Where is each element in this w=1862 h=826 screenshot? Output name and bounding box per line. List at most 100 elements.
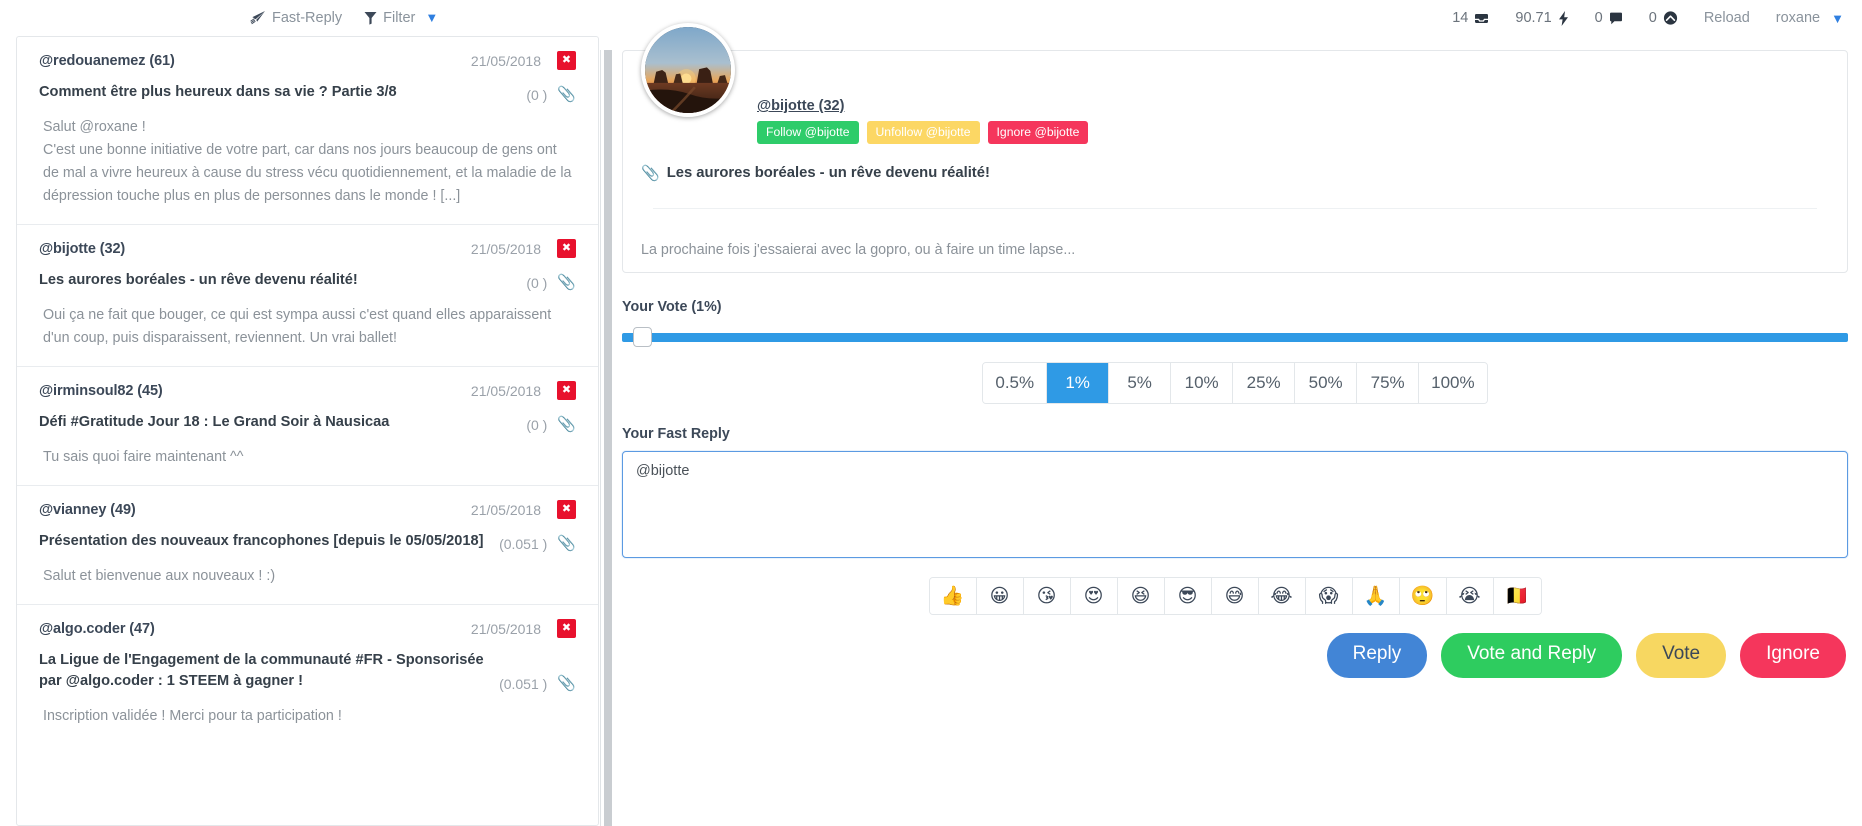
stat-comments-value: 0: [1594, 10, 1603, 26]
stat-inbox-value: 14: [1452, 10, 1469, 26]
pane-scrollbar[interactable]: [600, 36, 614, 826]
vote-preset-group: 0.5% 1% 5% 10% 25% 50% 75% 100%: [982, 361, 1488, 404]
post-list-item[interactable]: @irminsoul82 (45) 21/05/2018 ✖ Défi #Gratit…: [17, 367, 598, 487]
paperclip-icon[interactable]: 📎: [557, 85, 576, 103]
emoji-tears-of-joy-face-icon[interactable]: 😂: [1258, 577, 1306, 614]
emoji-screaming-face-icon[interactable]: 😱: [1305, 577, 1353, 614]
follow-button[interactable]: Follow @bijotte: [757, 121, 859, 145]
post-item-date: 21/05/2018: [470, 620, 541, 637]
user-name-label: roxane: [1775, 10, 1821, 26]
chevron-down-icon[interactable]: ▼: [1831, 12, 1844, 25]
post-item-payout: (0 ): [526, 275, 548, 292]
author-action-buttons: Follow @bijotte Unfollow @bijotte Ignore…: [757, 121, 1829, 145]
post-list-item[interactable]: @bijotte (32) 21/05/2018 ✖ Les aurores boré…: [17, 225, 598, 368]
emoji-rolling-eyes-face-icon[interactable]: 🙄: [1399, 577, 1447, 614]
close-x-icon[interactable]: ✖: [557, 239, 576, 259]
filter-menu[interactable]: Filter ▼: [364, 10, 438, 26]
vote-preset-10[interactable]: 10%: [1171, 362, 1234, 403]
paperclip-icon[interactable]: 📎: [557, 273, 576, 291]
post-item-header-right: 21/05/2018 ✖: [471, 51, 576, 70]
vote-and-reply-button[interactable]: Vote and Reply: [1441, 632, 1623, 678]
post-item-meta: (0.051 ) 📎: [499, 673, 576, 692]
paperclip-icon[interactable]: 📎: [557, 674, 576, 692]
post-item-author: @vianney (49): [39, 501, 136, 518]
post-item-header-right: 21/05/2018 ✖: [470, 381, 576, 401]
vote-slider-thumb[interactable]: [633, 326, 652, 347]
post-item-title-row: La Ligue de l'Engagement de la communaut…: [39, 650, 576, 691]
post-list-item[interactable]: @algo.coder (47) 21/05/2018 ✖ La Ligue de l…: [17, 605, 598, 744]
paperclip-icon[interactable]: 📎: [557, 534, 576, 552]
user-menu[interactable]: roxane ▼: [1776, 10, 1844, 26]
post-list-item[interactable]: @redouanemez (61) 21/05/2018 ✖ Comment être…: [17, 37, 598, 226]
post-item-title[interactable]: La Ligue de l'Engagement de la communaut…: [39, 650, 487, 691]
post-list-panel: @redouanemez (61) 21/05/2018 ✖ Comment être…: [0, 36, 600, 826]
pane-divider-line: [600, 50, 601, 826]
brand-fast-reply[interactable]: Fast-Reply: [250, 10, 342, 26]
post-item-title[interactable]: Défi #Gratitude Jour 18 : Le Grand Soir …: [39, 412, 514, 433]
post-item-payout: (0.051 ): [499, 675, 548, 692]
vote-preset-25[interactable]: 25%: [1233, 362, 1296, 403]
post-item-header-right: 21/05/2018 ✖: [470, 619, 576, 639]
post-item-excerpt: Tu sais quoi faire maintenant ^^: [43, 449, 244, 466]
paperclip-icon[interactable]: 📎: [557, 415, 576, 433]
ignore-author-button[interactable]: Ignore @bijotte: [987, 121, 1089, 145]
post-item-date: 21/05/2018: [470, 382, 541, 399]
post-item-title[interactable]: Présentation des nouveaux francophones […: [39, 531, 487, 552]
post-item-author: @algo.coder (47): [39, 620, 155, 637]
avatar-sunset-landscape: [641, 23, 735, 117]
post-item-date: 21/05/2018: [470, 501, 541, 518]
vote-preset-75[interactable]: 75%: [1357, 362, 1420, 403]
vote-preset-100[interactable]: 100%: [1419, 362, 1487, 403]
emoji-folded-hands-icon[interactable]: 🙏: [1352, 577, 1400, 614]
chevron-down-icon[interactable]: ▼: [425, 11, 438, 24]
emoji-grinning-face-icon[interactable]: 😀: [976, 577, 1024, 614]
topbar-right-group: 14 90.71 0 0 Reload roxane ▼: [1452, 0, 1844, 36]
emoji-loudly-crying-face-icon[interactable]: 😭: [1446, 577, 1494, 614]
funnel-icon: [364, 11, 377, 25]
post-item-title[interactable]: Comment être plus heureux dans sa vie ? …: [39, 82, 514, 103]
vote-preset-0-5[interactable]: 0.5%: [983, 362, 1048, 403]
post-item-excerpt: Inscription validée ! Merci pour ta part…: [43, 707, 342, 724]
vote-slider[interactable]: [622, 326, 1848, 347]
post-item-author: @redouanemez (61): [39, 52, 175, 69]
emoji-heart-eyes-face-icon[interactable]: 😍: [1070, 577, 1118, 614]
emoji-sunglasses-face-icon[interactable]: 😎: [1164, 577, 1212, 614]
post-item-title[interactable]: Les aurores boréales - un rêve devenu ré…: [39, 270, 514, 291]
emoji-picker-group: 👍 😀 😘 😍 😆 😎 😅 😂 😱 🙏 🙄 😭 🇧🇪: [928, 576, 1542, 615]
detail-post-title-row: 📎 Les aurores boréales - un rêve devenu …: [641, 164, 1829, 182]
post-item-header-right: 21/05/2018 ✖: [471, 239, 576, 259]
close-x-icon[interactable]: ✖: [557, 500, 576, 520]
close-x-icon[interactable]: ✖: [557, 51, 576, 70]
vote-slider-track[interactable]: [622, 332, 1848, 342]
unfollow-button[interactable]: Unfollow @bijotte: [866, 121, 980, 145]
scrollbar-thumb[interactable]: [604, 50, 612, 826]
reply-button[interactable]: Reply: [1326, 632, 1428, 678]
ignore-button[interactable]: Ignore: [1740, 632, 1846, 678]
emoji-squinting-laugh-face-icon[interactable]: 😆: [1117, 577, 1165, 614]
emoji-sweat-smile-face-icon[interactable]: 😅: [1211, 577, 1259, 614]
close-x-icon[interactable]: ✖: [557, 619, 576, 639]
close-x-icon[interactable]: ✖: [557, 381, 576, 401]
post-item-meta: (0 ) 📎: [526, 414, 576, 433]
vote-preset-1[interactable]: 1%: [1047, 362, 1110, 403]
action-button-row: Reply Vote and Reply Vote Ignore: [622, 632, 1848, 678]
paperclip-icon[interactable]: 📎: [641, 164, 660, 182]
fast-reply-input[interactable]: [622, 450, 1848, 558]
post-item-payout: (0 ): [526, 86, 548, 103]
post-item-author: @bijotte (32): [39, 240, 126, 257]
post-item-title-row: Les aurores boréales - un rêve devenu ré…: [39, 270, 576, 291]
vote-button[interactable]: Vote: [1636, 632, 1727, 678]
emoji-belgium-flag-icon[interactable]: 🇧🇪: [1493, 577, 1541, 614]
post-item-header: @algo.coder (47) 21/05/2018 ✖: [39, 619, 576, 639]
emoji-thumbs-up-icon[interactable]: 👍: [929, 577, 977, 614]
emoji-kissing-heart-face-icon[interactable]: 😘: [1023, 577, 1071, 614]
vote-preset-50[interactable]: 50%: [1295, 362, 1358, 403]
post-item-header: @vianney (49) 21/05/2018 ✖: [39, 500, 576, 520]
post-item-meta: (0.051 ) 📎: [499, 533, 576, 552]
detail-author-link[interactable]: @bijotte (32): [757, 98, 844, 114]
vote-preset-5[interactable]: 5%: [1109, 362, 1172, 403]
stat-comments: 0: [1595, 10, 1623, 26]
post-list-item[interactable]: @vianney (49) 21/05/2018 ✖ Présentation des…: [17, 486, 598, 606]
post-item-header-right: 21/05/2018 ✖: [470, 500, 576, 520]
reload-button[interactable]: Reload: [1704, 10, 1750, 26]
